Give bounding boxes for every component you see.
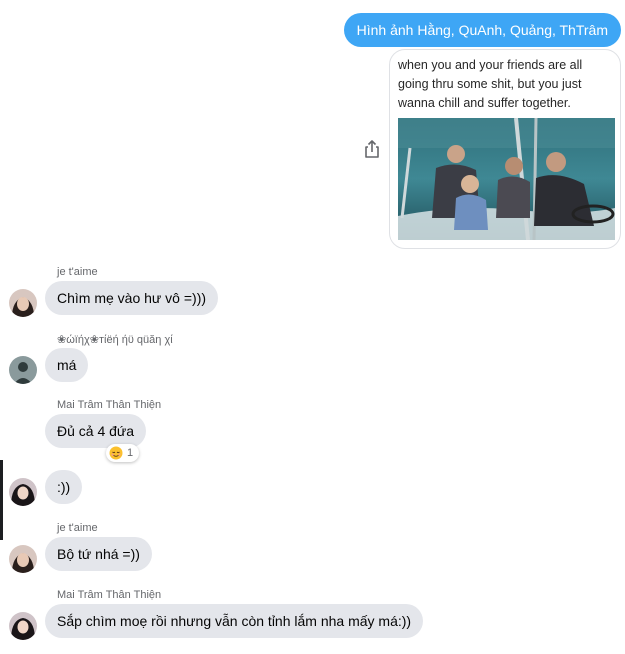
message-text: Chìm mẹ vào hư vô =))) xyxy=(57,290,207,306)
sender-name: Mai Trâm Thân Thiện xyxy=(57,589,162,601)
avatar[interactable] xyxy=(9,478,37,506)
reaction-count: 1 xyxy=(127,447,134,459)
chat-thread: Hình ảnh Hằng, QuAnh, Quảng, ThTrâm when… xyxy=(0,0,625,654)
sender-name: je t'aime xyxy=(57,266,98,278)
meme-photo xyxy=(398,118,615,240)
received-message-bubble[interactable]: Bộ tứ nhá =)) xyxy=(45,537,152,571)
sender-name: Mai Trâm Thân Thiện xyxy=(57,399,162,411)
sender-name: je t'aime xyxy=(57,522,98,534)
avatar[interactable] xyxy=(9,612,37,640)
window-edge-divider xyxy=(0,460,3,540)
avatar[interactable] xyxy=(9,289,37,317)
message-text: Sắp chìm moẹ rồi nhưng vẫn còn tỉnh lắm … xyxy=(57,613,412,629)
message-text: Đủ cả 4 đứa xyxy=(57,423,135,439)
message-text: Bộ tứ nhá =)) xyxy=(57,546,140,562)
message-reaction[interactable]: 1 xyxy=(106,444,140,462)
sent-message-bubble[interactable]: Hình ảnh Hằng, QuAnh, Quảng, ThTrâm xyxy=(343,13,621,47)
received-message-bubble[interactable]: Chìm mẹ vào hư vô =))) xyxy=(45,281,219,315)
sender-name: ❀ώïήχ❀тίëή ήϋ qüăη χί xyxy=(57,334,173,346)
meme-caption: when you and your friends are all going … xyxy=(398,58,583,110)
avatar[interactable] xyxy=(9,545,37,573)
message-text: :)) xyxy=(57,479,71,495)
avatar[interactable] xyxy=(9,356,37,384)
relieved-face-emoji-icon xyxy=(109,446,123,460)
sent-message-text: Hình ảnh Hằng, QuAnh, Quảng, ThTrâm xyxy=(356,22,608,38)
received-message-bubble[interactable]: Đủ cả 4 đứa xyxy=(45,414,147,448)
meme-image-card[interactable]: when you and your friends are all going … xyxy=(389,49,621,249)
received-message-bubble[interactable]: Sắp chìm moẹ rồi nhưng vẫn còn tỉnh lắm … xyxy=(45,604,424,638)
received-message-bubble[interactable]: :)) xyxy=(45,470,83,504)
received-message-bubble[interactable]: má xyxy=(45,348,89,382)
message-text: má xyxy=(57,357,77,373)
share-icon[interactable] xyxy=(363,139,381,159)
